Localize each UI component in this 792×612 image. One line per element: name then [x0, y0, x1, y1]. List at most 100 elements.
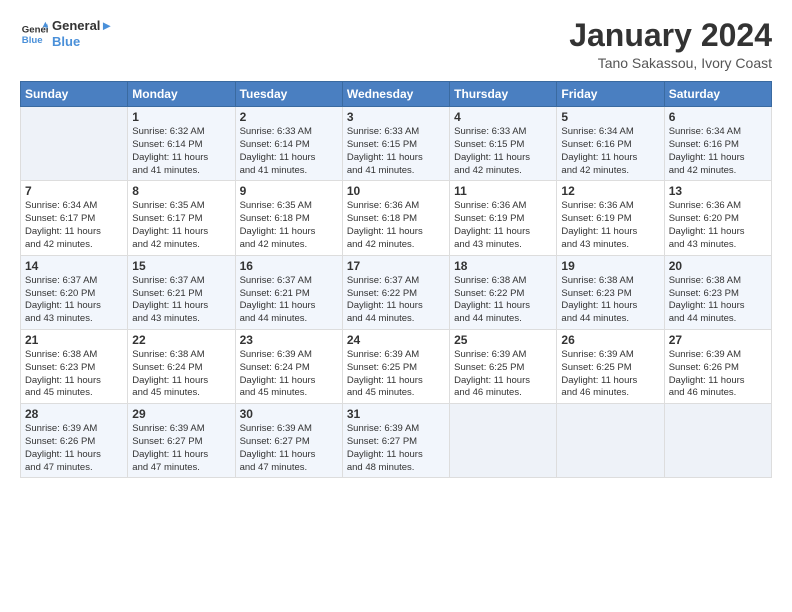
table-row: 7Sunrise: 6:34 AM Sunset: 6:17 PM Daylig… — [21, 181, 128, 255]
day-number: 28 — [25, 407, 123, 421]
day-number: 8 — [132, 184, 230, 198]
day-number: 14 — [25, 259, 123, 273]
cell-info: Sunrise: 6:35 AM Sunset: 6:17 PM Dayligh… — [132, 200, 230, 251]
table-row: 20Sunrise: 6:38 AM Sunset: 6:23 PM Dayli… — [664, 255, 771, 329]
day-number: 24 — [347, 333, 445, 347]
col-tuesday: Tuesday — [235, 82, 342, 107]
day-number: 1 — [132, 110, 230, 124]
cell-info: Sunrise: 6:38 AM Sunset: 6:24 PM Dayligh… — [132, 349, 230, 400]
day-number: 9 — [240, 184, 338, 198]
day-number: 17 — [347, 259, 445, 273]
table-row: 23Sunrise: 6:39 AM Sunset: 6:24 PM Dayli… — [235, 329, 342, 403]
table-row: 13 Sunrise: 6:36 AM Sunset: 6:20 PM Dayli… — [664, 181, 771, 255]
cell-info: Sunrise: 6:39 AM Sunset: 6:27 PM Dayligh… — [132, 423, 230, 474]
cell-info: Sunrise: 6:39 AM Sunset: 6:27 PM Dayligh… — [240, 423, 338, 474]
day-number: 25 — [454, 333, 552, 347]
table-row — [21, 107, 128, 181]
day-number: 12 — [561, 184, 659, 198]
table-row: 15 Sunrise: 6:37 AM Sunset: 6:21 PM Dayli… — [128, 255, 235, 329]
cell-info: Sunrise: 6:32 AM Sunset: 6:14 PM Dayligh… — [132, 126, 230, 177]
day-number: 11 — [454, 184, 552, 198]
table-row: 11Sunrise: 6:36 AM Sunset: 6:19 PM Dayli… — [450, 181, 557, 255]
table-row — [664, 404, 771, 478]
table-row: 27 Sunrise: 6:39 AM Sunset: 6:26 PM Dayli… — [664, 329, 771, 403]
col-saturday: Saturday — [664, 82, 771, 107]
month-title: January 2024 — [569, 18, 772, 53]
calendar-week-row: 21Sunrise: 6:38 AM Sunset: 6:23 PM Dayli… — [21, 329, 772, 403]
day-number: 6 — [669, 110, 767, 124]
table-row: 12 Sunrise: 6:36 AM Sunset: 6:19 PM Dayli… — [557, 181, 664, 255]
day-number: 3 — [347, 110, 445, 124]
cell-info: Sunrise: 6:35 AM Sunset: 6:18 PM Dayligh… — [240, 200, 338, 251]
cell-info: Sunrise: 6:34 AM Sunset: 6:16 PM Dayligh… — [561, 126, 659, 177]
day-number: 4 — [454, 110, 552, 124]
day-number: 13 — [669, 184, 767, 198]
cell-info: Sunrise: 6:38 AM Sunset: 6:22 PM Dayligh… — [454, 275, 552, 326]
day-number: 31 — [347, 407, 445, 421]
cell-info: Sunrise: 6:34 AM Sunset: 6:16 PM Dayligh… — [669, 126, 767, 177]
col-sunday: Sunday — [21, 82, 128, 107]
day-number: 15 — [132, 259, 230, 273]
title-block: January 2024 Tano Sakassou, Ivory Coast — [569, 18, 772, 71]
cell-info: Sunrise: 6:39 AM Sunset: 6:25 PM Dayligh… — [561, 349, 659, 400]
header: General Blue General► Blue January 2024 … — [20, 18, 772, 71]
day-number: 2 — [240, 110, 338, 124]
table-row: 24 Sunrise: 6:39 AM Sunset: 6:25 PM Dayli… — [342, 329, 449, 403]
calendar-table: Sunday Monday Tuesday Wednesday Thursday… — [20, 81, 772, 478]
table-row: 25Sunrise: 6:39 AM Sunset: 6:25 PM Dayli… — [450, 329, 557, 403]
logo: General Blue General► Blue — [20, 18, 113, 49]
table-row: 31Sunrise: 6:39 AM Sunset: 6:27 PM Dayli… — [342, 404, 449, 478]
table-row: 17Sunrise: 6:37 AM Sunset: 6:22 PM Dayli… — [342, 255, 449, 329]
calendar-header-row: Sunday Monday Tuesday Wednesday Thursday… — [21, 82, 772, 107]
logo-text-block: General► Blue — [52, 18, 113, 49]
col-monday: Monday — [128, 82, 235, 107]
day-number: 18 — [454, 259, 552, 273]
page: General Blue General► Blue January 2024 … — [0, 0, 792, 612]
table-row: 5 Sunrise: 6:34 AM Sunset: 6:16 PM Daylig… — [557, 107, 664, 181]
cell-info: Sunrise: 6:37 AM Sunset: 6:21 PM Dayligh… — [132, 275, 230, 326]
logo-icon: General Blue — [20, 20, 48, 48]
table-row: 30 Sunrise: 6:39 AM Sunset: 6:27 PM Dayli… — [235, 404, 342, 478]
cell-info: Sunrise: 6:33 AM Sunset: 6:15 PM Dayligh… — [454, 126, 552, 177]
cell-info: Sunrise: 6:38 AM Sunset: 6:23 PM Dayligh… — [25, 349, 123, 400]
svg-text:Blue: Blue — [22, 34, 43, 45]
cell-info: Sunrise: 6:33 AM Sunset: 6:14 PM Dayligh… — [240, 126, 338, 177]
day-number: 5 — [561, 110, 659, 124]
cell-info: Sunrise: 6:37 AM Sunset: 6:20 PM Dayligh… — [25, 275, 123, 326]
cell-info: Sunrise: 6:36 AM Sunset: 6:18 PM Dayligh… — [347, 200, 445, 251]
cell-info: Sunrise: 6:34 AM Sunset: 6:17 PM Dayligh… — [25, 200, 123, 251]
table-row: 22Sunrise: 6:38 AM Sunset: 6:24 PM Dayli… — [128, 329, 235, 403]
table-row: 6 Sunrise: 6:34 AM Sunset: 6:16 PM Daylig… — [664, 107, 771, 181]
day-number: 23 — [240, 333, 338, 347]
table-row: 8 Sunrise: 6:35 AM Sunset: 6:17 PM Daylig… — [128, 181, 235, 255]
day-number: 10 — [347, 184, 445, 198]
table-row: 4 Sunrise: 6:33 AM Sunset: 6:15 PM Daylig… — [450, 107, 557, 181]
table-row: 26 Sunrise: 6:39 AM Sunset: 6:25 PM Dayli… — [557, 329, 664, 403]
table-row: 3Sunrise: 6:33 AM Sunset: 6:15 PM Daylig… — [342, 107, 449, 181]
table-row: 21Sunrise: 6:38 AM Sunset: 6:23 PM Dayli… — [21, 329, 128, 403]
table-row: 18 Sunrise: 6:38 AM Sunset: 6:22 PM Dayli… — [450, 255, 557, 329]
day-number: 20 — [669, 259, 767, 273]
cell-info: Sunrise: 6:36 AM Sunset: 6:19 PM Dayligh… — [561, 200, 659, 251]
cell-info: Sunrise: 6:39 AM Sunset: 6:25 PM Dayligh… — [347, 349, 445, 400]
day-number: 30 — [240, 407, 338, 421]
col-thursday: Thursday — [450, 82, 557, 107]
cell-info: Sunrise: 6:39 AM Sunset: 6:26 PM Dayligh… — [25, 423, 123, 474]
cell-info: Sunrise: 6:39 AM Sunset: 6:26 PM Dayligh… — [669, 349, 767, 400]
cell-info: Sunrise: 6:38 AM Sunset: 6:23 PM Dayligh… — [561, 275, 659, 326]
cell-info: Sunrise: 6:37 AM Sunset: 6:21 PM Dayligh… — [240, 275, 338, 326]
table-row: 14 Sunrise: 6:37 AM Sunset: 6:20 PM Dayli… — [21, 255, 128, 329]
location: Tano Sakassou, Ivory Coast — [569, 55, 772, 71]
cell-info: Sunrise: 6:36 AM Sunset: 6:20 PM Dayligh… — [669, 200, 767, 251]
table-row: 16Sunrise: 6:37 AM Sunset: 6:21 PM Dayli… — [235, 255, 342, 329]
calendar-week-row: 1 Sunrise: 6:32 AM Sunset: 6:14 PM Daylig… — [21, 107, 772, 181]
table-row: 9 Sunrise: 6:35 AM Sunset: 6:18 PM Daylig… — [235, 181, 342, 255]
table-row: 19Sunrise: 6:38 AM Sunset: 6:23 PM Dayli… — [557, 255, 664, 329]
day-number: 27 — [669, 333, 767, 347]
table-row — [450, 404, 557, 478]
col-friday: Friday — [557, 82, 664, 107]
table-row: 10 Sunrise: 6:36 AM Sunset: 6:18 PM Dayli… — [342, 181, 449, 255]
table-row: 28 Sunrise: 6:39 AM Sunset: 6:26 PM Dayli… — [21, 404, 128, 478]
day-number: 26 — [561, 333, 659, 347]
calendar-week-row: 7Sunrise: 6:34 AM Sunset: 6:17 PM Daylig… — [21, 181, 772, 255]
